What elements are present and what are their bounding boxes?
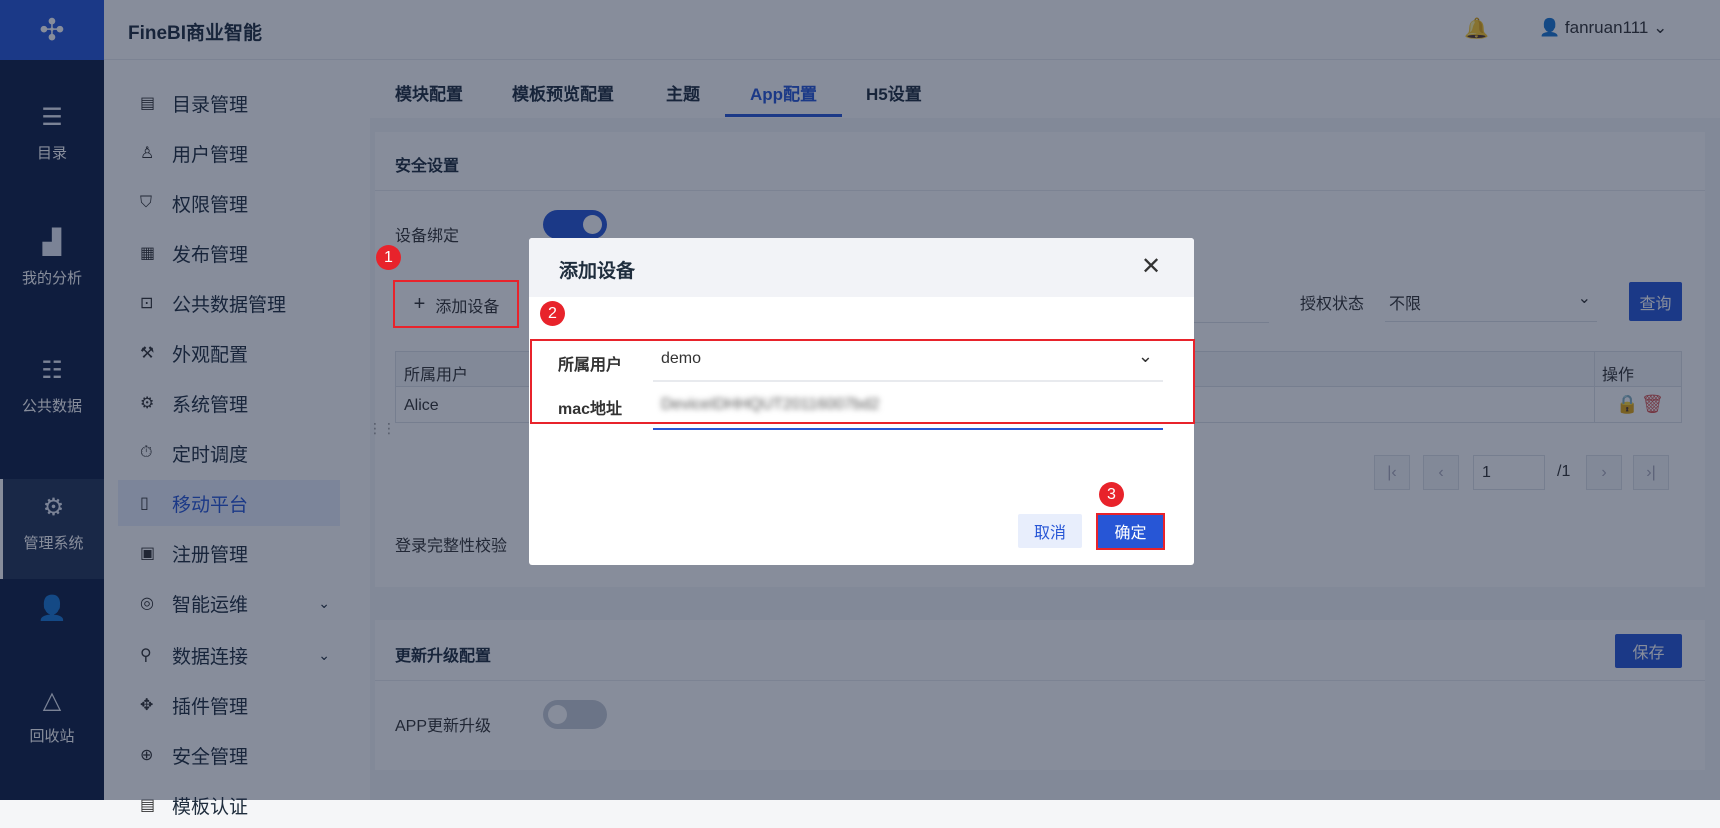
annotation-badge-2: 2 (540, 301, 565, 326)
dialog-title: 添加设备 (559, 261, 636, 282)
dialog-header: 添加设备 ✕ (529, 238, 1194, 297)
close-icon[interactable]: ✕ (1141, 252, 1161, 281)
annotation-badge-1: 1 (376, 245, 401, 270)
annotation-box-confirm (1096, 513, 1165, 550)
annotation-badge-3: 3 (1099, 482, 1124, 507)
annotation-box-add-device (393, 280, 519, 328)
cancel-button[interactable]: 取消 (1018, 514, 1082, 548)
annotation-box-fields (530, 339, 1195, 424)
